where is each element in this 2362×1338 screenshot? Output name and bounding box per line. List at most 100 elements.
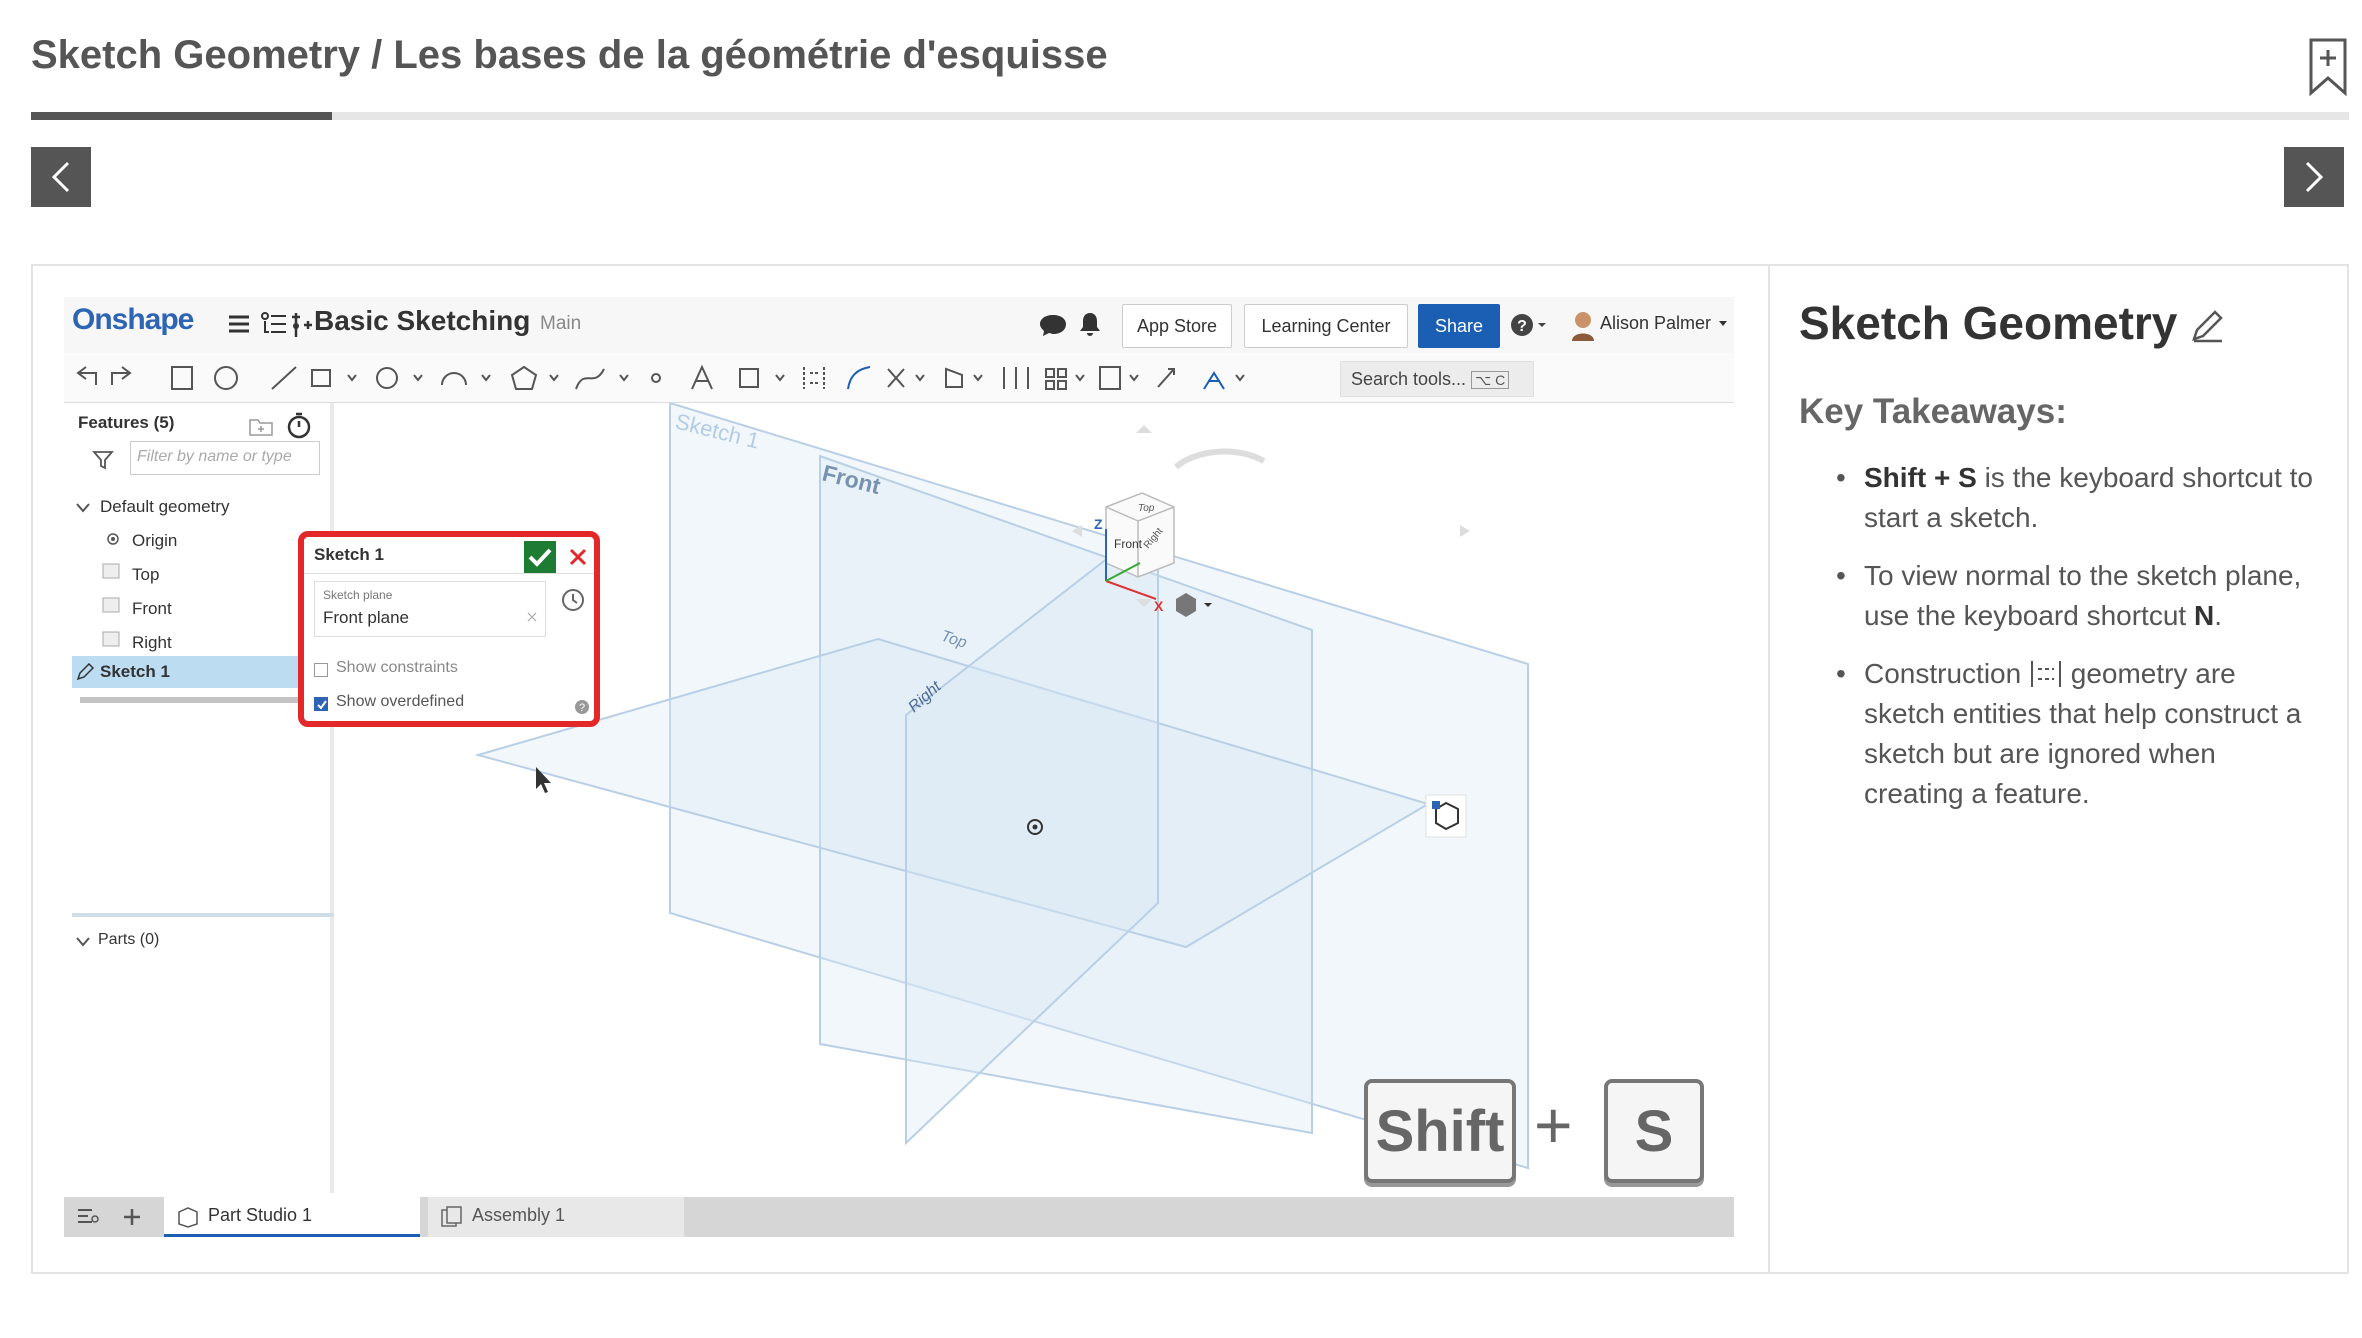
svg-text:?: ?	[579, 702, 585, 714]
shortcut-n: N	[2193, 600, 2215, 631]
checkmark-icon	[528, 548, 552, 567]
sketch-dialog-title[interactable]: Sketch 1	[314, 545, 384, 565]
onshape-top-bar: Onshape Basic Sketching Main App Store L…	[64, 297, 1734, 353]
text-icon	[691, 364, 713, 390]
history-icon[interactable]	[560, 587, 586, 613]
s-keycap: S	[1604, 1079, 1704, 1183]
chevron-right-icon	[2305, 161, 2324, 193]
feature-list-scrollbar[interactable]	[80, 697, 315, 703]
app-store-button[interactable]: App Store	[1122, 304, 1232, 348]
feature-list-panel: Features (5) Filter by name or type Defa…	[64, 403, 334, 1193]
previous-slide-button[interactable]	[31, 147, 91, 207]
default-geometry-item[interactable]: Default geometry	[100, 497, 229, 517]
feature-filter-input[interactable]: Filter by name or type	[130, 441, 320, 475]
dialog-separator	[304, 573, 594, 574]
panel-separator[interactable]	[72, 913, 334, 917]
clear-icon[interactable]	[527, 612, 537, 622]
comment-icon[interactable]	[1039, 313, 1067, 337]
view-cube-top: Top	[1138, 503, 1155, 514]
takeaway-item: To view normal to the sketch plane, use …	[1822, 556, 2322, 636]
search-tools-text: Search tools...	[1351, 369, 1467, 389]
lesson-video-frame[interactable]: Onshape Basic Sketching Main App Store L…	[64, 297, 1734, 1237]
origin-icon	[107, 533, 119, 545]
user-menu[interactable]: Alison Palmer	[1600, 313, 1711, 334]
learning-center-button[interactable]: Learning Center	[1244, 304, 1408, 348]
view-selector-icon[interactable]	[1425, 794, 1467, 838]
tab-manager-icon[interactable]	[76, 1207, 100, 1227]
search-tools-input[interactable]: Search tools... ⌥ C	[1340, 361, 1534, 397]
show-constraints-label: Show constraints	[336, 659, 458, 676]
menu-icon[interactable]	[228, 313, 250, 335]
document-branch: Main	[540, 313, 582, 334]
tab-part-studio-label: Part Studio 1	[208, 1205, 313, 1225]
plane-icon	[102, 631, 120, 647]
sketch-accept-button[interactable]	[524, 541, 556, 573]
tree-item-sketch1[interactable]: Sketch 1	[72, 656, 334, 688]
search-shortcut-badge: ⌥ C	[1471, 371, 1510, 389]
redo-icon	[111, 366, 132, 385]
onshape-tab-bar: Part Studio 1 Assembly 1	[64, 1197, 1734, 1237]
chevron-down-icon[interactable]	[76, 937, 90, 947]
takeaways-title: Sketch Geometry	[1799, 296, 2226, 350]
shift-keycap: Shift	[1364, 1079, 1516, 1183]
share-button[interactable]: Share	[1418, 304, 1500, 348]
add-tab-icon[interactable]	[122, 1207, 142, 1227]
sketch-dialog: Sketch 1 Sketch plane Front plane Show c…	[298, 531, 600, 727]
takeaway-item: Construction geometry are sketch entitie…	[1822, 654, 2322, 814]
image-icon	[739, 368, 759, 388]
line-icon	[271, 366, 297, 390]
insert-feature-icon[interactable]	[290, 311, 314, 339]
tab-assembly-label: Assembly 1	[472, 1205, 566, 1225]
arc-icon	[441, 372, 467, 386]
takeaway-item: Shift + S is the keyboard shortcut to st…	[1822, 458, 2322, 538]
next-slide-button[interactable]	[2284, 147, 2344, 207]
tab-part-studio[interactable]: Part Studio 1	[164, 1197, 420, 1237]
card-divider	[1768, 266, 1770, 1272]
pencil-icon	[2192, 310, 2223, 343]
show-overdefined-checkbox[interactable]	[314, 697, 328, 711]
rollback-timer-icon[interactable]	[286, 411, 312, 439]
onshape-logo[interactable]: Onshape	[72, 303, 194, 337]
pencil-icon	[76, 663, 94, 681]
feature-list-icon[interactable]	[260, 311, 288, 337]
tree-item-right[interactable]: Right	[132, 633, 172, 653]
key-takeaways-heading: Key Takeaways:	[1799, 392, 2067, 431]
takeaway-text-end: .	[2214, 600, 2222, 631]
help-icon[interactable]: ?	[574, 699, 590, 715]
parts-list-header[interactable]: Parts (0)	[98, 931, 159, 949]
lesson-progress-fill	[31, 112, 333, 120]
chevron-down-icon	[1719, 321, 1727, 326]
sketch1-label: Sketch 1	[100, 662, 170, 681]
sketch-plane-value: Front plane	[323, 608, 409, 627]
chevron-left-icon	[51, 161, 70, 193]
bookmark-add-icon[interactable]	[2308, 38, 2348, 96]
construction-icon	[803, 367, 825, 389]
axis-z-label: Z	[1094, 516, 1103, 532]
undo-icon	[76, 366, 97, 385]
tree-item-front[interactable]: Front	[132, 599, 172, 619]
sketch-tools-strip[interactable]	[64, 353, 1334, 403]
takeaway-text: To view normal to the sketch plane, use …	[1864, 560, 2302, 631]
sketch-cancel-button[interactable]	[568, 547, 588, 567]
lesson-title: Sketch Geometry / Les bases de la géomét…	[31, 33, 1108, 77]
plus-sign: +	[1534, 1088, 1573, 1162]
tab-assembly[interactable]: Assembly 1	[428, 1197, 684, 1237]
filter-icon[interactable]	[92, 449, 114, 471]
view-cube-front: Front	[1114, 537, 1143, 551]
3d-viewport[interactable]: Sketch 1 Front Top Right Front Top Right…	[334, 403, 1734, 1197]
chevron-down-icon[interactable]	[76, 503, 90, 513]
document-title[interactable]: Basic Sketching	[314, 305, 530, 337]
add-folder-icon[interactable]	[248, 415, 274, 437]
svg-text:?: ?	[1517, 318, 1527, 335]
construction-icon	[2030, 661, 2061, 687]
user-avatar[interactable]	[1570, 309, 1596, 341]
help-icon[interactable]: ?	[1510, 312, 1550, 338]
transform-icon	[1157, 368, 1175, 388]
checkmark-icon	[317, 700, 327, 710]
show-constraints-checkbox[interactable]	[314, 663, 328, 677]
notification-bell-icon[interactable]	[1078, 311, 1102, 337]
sketch-plane-field[interactable]: Sketch plane Front plane	[314, 581, 546, 637]
tree-item-origin[interactable]: Origin	[132, 531, 177, 551]
tree-item-top[interactable]: Top	[132, 565, 159, 585]
mirror-icon	[1003, 367, 1029, 389]
